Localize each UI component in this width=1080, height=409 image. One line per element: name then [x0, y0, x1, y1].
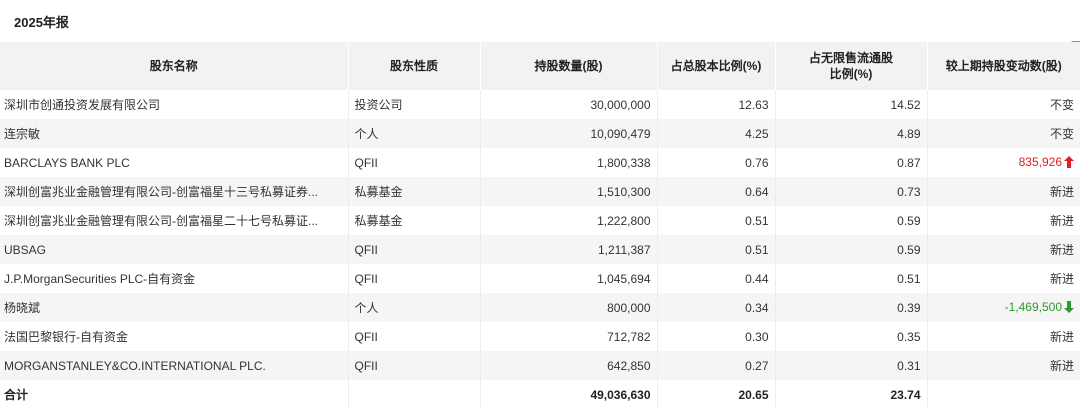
- cell-pct-total: 4.25: [656, 119, 775, 148]
- cell-type: 个人: [347, 293, 480, 322]
- cell-pct-float: 0.59: [774, 235, 927, 264]
- table-header-row: 股东名称 股东性质 持股数量(股) 占总股本比例(%) 占无限售流通股比例(%)…: [0, 42, 1080, 90]
- cell-type: 个人: [347, 119, 480, 148]
- cell-pct-total: 12.63: [656, 90, 775, 119]
- cell-shares: 712,782: [479, 322, 657, 351]
- cell-pct-float: 0.51: [774, 264, 927, 293]
- cell-pct-total: 0.34: [656, 293, 775, 322]
- total-row: 合计 49,036,630 20.65 23.74: [0, 380, 1080, 409]
- cell-change: -1,469,500: [926, 293, 1080, 322]
- total-type-empty: [347, 380, 480, 409]
- arrow-up-icon: [1064, 155, 1074, 171]
- cell-name: J.P.MorganSecurities PLC-自有资金: [4, 272, 196, 286]
- cell-pct-total: 0.44: [656, 264, 775, 293]
- cell-pct-float: 0.35: [774, 322, 927, 351]
- cell-name: 连宗敏: [4, 127, 41, 141]
- cell-change: 新进: [926, 322, 1080, 351]
- cell-shares: 1,800,338: [479, 148, 657, 177]
- arrow-down-icon: [1064, 300, 1074, 316]
- cell-name: UBSAG: [4, 242, 47, 257]
- table-row: J.P.MorganSecurities PLC-自有资金 QFII 1,045,6…: [0, 264, 1080, 293]
- cell-change: 新进: [926, 206, 1080, 235]
- cell-name: 深圳创富兆业金融管理有限公司-创富福星十三号私募证券...: [4, 185, 319, 199]
- cell-type: QFII: [347, 322, 480, 351]
- cell-pct-total: 0.51: [656, 235, 775, 264]
- change-value: 新进: [1049, 272, 1074, 286]
- cell-pct-total: 0.76: [656, 148, 775, 177]
- table-row: 深圳创富兆业金融管理有限公司-创富福星十三号私募证券... 私募基金 1,510,3…: [0, 177, 1080, 206]
- change-value: 新进: [1049, 214, 1074, 228]
- cell-type: 投资公司: [347, 90, 480, 119]
- table-row: 深圳创富兆业金融管理有限公司-创富福星二十七号私募证... 私募基金 1,222,8…: [0, 206, 1080, 235]
- cell-name: 深圳市创通投资发展有限公司: [4, 98, 161, 112]
- cell-pct-float: 0.87: [774, 148, 927, 177]
- cell-pct-total: 0.27: [656, 351, 775, 380]
- change-value: -1,469,500: [1004, 299, 1062, 314]
- change-value: 新进: [1049, 243, 1074, 257]
- cell-name: 杨晓斌: [4, 301, 41, 315]
- cell-change: 新进: [926, 264, 1080, 293]
- change-value: 新进: [1049, 185, 1074, 199]
- table-row: 法国巴黎银行-自有资金 QFII 712,782 0.30 0.35 新进: [0, 322, 1080, 351]
- cell-pct-float: 0.73: [774, 177, 927, 206]
- table-row: MORGANSTANLEY&CO.INTERNATIONAL PLC. QFII 6…: [0, 351, 1080, 380]
- cell-type: QFII: [347, 351, 480, 380]
- table-row: 深圳市创通投资发展有限公司 投资公司 30,000,000 12.63 14.52 不变: [0, 90, 1080, 119]
- cell-type: QFII: [347, 148, 480, 177]
- cell-change: 新进: [926, 235, 1080, 264]
- cell-shares: 10,090,479: [479, 119, 657, 148]
- cell-pct-float: 14.52: [774, 90, 927, 119]
- cell-name: 深圳创富兆业金融管理有限公司-创富福星二十七号私募证...: [4, 214, 319, 228]
- cell-shares: 1,510,300: [479, 177, 657, 206]
- cell-name: BARCLAYS BANK PLC: [4, 155, 130, 170]
- cell-shares: 642,850: [479, 351, 657, 380]
- total-pct-float: 23.74: [774, 380, 927, 409]
- cell-shares: 1,211,387: [479, 235, 657, 264]
- cell-pct-total: 0.64: [656, 177, 775, 206]
- cell-pct-float: 0.39: [774, 293, 927, 322]
- cell-name: MORGANSTANLEY&CO.INTERNATIONAL PLC.: [4, 358, 266, 373]
- change-value: 不变: [1049, 98, 1074, 112]
- table-row: 杨晓斌 个人 800,000 0.34 0.39 -1,469,500: [0, 293, 1080, 322]
- change-value: 835,926: [1018, 154, 1062, 169]
- cell-shares: 1,045,694: [479, 264, 657, 293]
- cell-name: 法国巴黎银行-自有资金: [4, 330, 128, 344]
- cell-type: QFII: [347, 235, 480, 264]
- cell-type: QFII: [347, 264, 480, 293]
- change-value: 新进: [1049, 359, 1074, 373]
- change-value: 新进: [1049, 330, 1074, 344]
- cell-change: 835,926: [926, 148, 1080, 177]
- cell-pct-float: 0.59: [774, 206, 927, 235]
- col-header-name: 股东名称: [149, 59, 198, 73]
- change-value: 不变: [1049, 127, 1074, 141]
- cell-pct-float: 0.31: [774, 351, 927, 380]
- cell-shares: 30,000,000: [479, 90, 657, 119]
- cell-change: 新进: [926, 177, 1080, 206]
- period-title: 2025年报: [14, 15, 69, 30]
- col-header-shares: 持股数量(股): [479, 42, 657, 90]
- cell-pct-float: 4.89: [774, 119, 927, 148]
- cell-change: 不变: [926, 119, 1080, 148]
- total-pct-total: 20.65: [656, 380, 775, 409]
- table-row: BARCLAYS BANK PLC QFII 1,800,338 0.76 0.87 83…: [0, 148, 1080, 177]
- col-header-pct-total: 占总股本比例(%): [656, 42, 775, 90]
- cell-change: 不变: [926, 90, 1080, 119]
- shareholder-table: 股东名称 股东性质 持股数量(股) 占总股本比例(%) 占无限售流通股比例(%)…: [0, 42, 1080, 409]
- table-row: 连宗敏 个人 10,090,479 4.25 4.89 不变: [0, 119, 1080, 148]
- col-header-type: 股东性质: [347, 42, 480, 90]
- cell-change: 新进: [926, 351, 1080, 380]
- cell-pct-total: 0.51: [656, 206, 775, 235]
- cell-shares: 1,222,800: [479, 206, 657, 235]
- table-row: UBSAG QFII 1,211,387 0.51 0.59 新进: [0, 235, 1080, 264]
- total-label: 合计: [4, 388, 29, 402]
- total-shares: 49,036,630: [479, 380, 657, 409]
- cell-type: 私募基金: [347, 177, 480, 206]
- col-header-pct-float: 占无限售流通股比例(%): [774, 42, 927, 90]
- col-header-change: 较上期持股变动数(股): [926, 42, 1080, 90]
- cell-type: 私募基金: [347, 206, 480, 235]
- cell-shares: 800,000: [479, 293, 657, 322]
- cell-pct-total: 0.30: [656, 322, 775, 351]
- total-change-empty: [926, 380, 1080, 409]
